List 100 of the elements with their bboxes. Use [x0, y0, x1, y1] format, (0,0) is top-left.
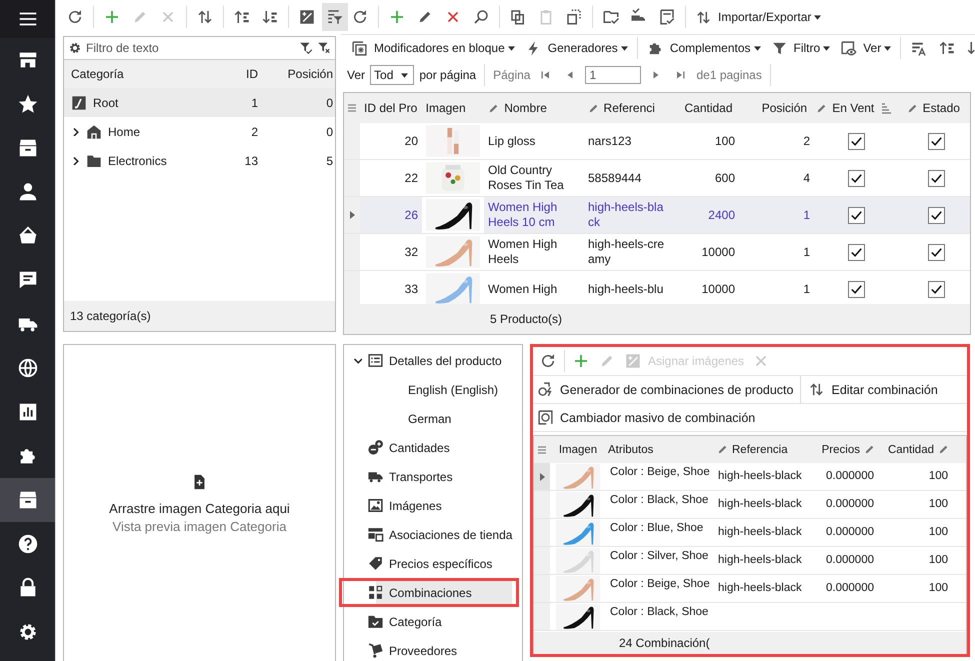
- row-selector[interactable]: [534, 463, 550, 490]
- column-chooser-icon[interactable]: [348, 104, 356, 112]
- column-title: Precios: [822, 444, 860, 456]
- checkbox[interactable]: [928, 132, 945, 150]
- section-item[interactable]: Imágenes: [344, 491, 522, 520]
- table-cell-text: Color : Black, Shoe: [609, 493, 710, 508]
- checkbox[interactable]: [848, 280, 865, 298]
- table-cell-text: 1: [802, 244, 811, 260]
- table-cell-text: 2: [802, 134, 811, 148]
- product-row[interactable]: 20 Lip gloss nars123 100 2: [344, 123, 970, 160]
- column-header[interactable]: Imagen: [550, 444, 606, 456]
- import-export-menu[interactable]: Importar/Exportar: [691, 5, 826, 29]
- column-header[interactable]: Nombre: [483, 101, 583, 115]
- category-row[interactable]: Electronics 13 5: [64, 146, 335, 175]
- bulk-change-button[interactable]: Cambiador masivo de combinación: [533, 409, 760, 426]
- column-header[interactable]: Estado: [895, 101, 970, 115]
- combination-row[interactable]: Color : Black, Shoe high-heels-black 0.000000 100: [534, 491, 966, 519]
- funnel-menu[interactable]: Filtro: [766, 36, 834, 60]
- checkbox[interactable]: [848, 244, 865, 260]
- table-cell-text: 10000: [700, 244, 736, 260]
- eye-menu[interactable]: Ver: [836, 36, 896, 60]
- column-header[interactable]: Posición: [736, 101, 812, 115]
- puzzle-menu[interactable]: Complementos: [642, 36, 765, 60]
- sort-icon: [882, 102, 892, 114]
- column-header[interactable]: Precios: [812, 443, 878, 456]
- page-size-select[interactable]: Tod: [370, 65, 414, 85]
- combination-row[interactable]: Color : Black, Shoe: [534, 603, 966, 631]
- column-header[interactable]: Cantidad: [878, 443, 952, 456]
- section-item[interactable]: Combinaciones: [339, 578, 519, 607]
- category-row[interactable]: Root 1 0: [64, 88, 335, 117]
- archive-button[interactable]: [0, 478, 55, 522]
- column-chooser-icon[interactable]: [538, 446, 546, 454]
- product-row[interactable]: 32 Women High Heels high-heels-creamy 10000 1: [344, 234, 970, 271]
- table-cell-text: nars123: [587, 134, 632, 148]
- expand-icon[interactable]: [71, 127, 80, 136]
- column-header[interactable]: En Vent: [811, 101, 896, 115]
- combination-generator-button[interactable]: Generador de combinaciones de producto: [533, 381, 798, 398]
- product-row[interactable]: 26 Women High Heels 10 cm high-heels-black 2400 1: [344, 197, 970, 234]
- column-title: Imagen: [426, 101, 466, 115]
- column-title: Nombre: [504, 101, 547, 115]
- section-item[interactable]: Asociaciones de tienda: [344, 520, 522, 549]
- filter-button[interactable]: [322, 3, 348, 31]
- table-cell-text: 4: [802, 170, 811, 186]
- home-icon: [86, 124, 102, 140]
- combination-row[interactable]: Color : Beige, Shoe high-heels-black 0.000000 100: [534, 463, 966, 491]
- bulk-edit-menu[interactable]: Modificadores en bloque: [347, 36, 519, 60]
- table-cell-text: 58589444: [587, 170, 642, 186]
- checkbox[interactable]: [928, 170, 945, 186]
- combination-row[interactable]: Color : Beige, Shoe high-heels-black 0.000000 100: [534, 575, 966, 603]
- table-cell-text: 10000: [700, 282, 736, 296]
- bolt-menu[interactable]: Generadores: [520, 36, 632, 60]
- checkbox[interactable]: [928, 206, 945, 224]
- move-up-icon: [233, 8, 251, 26]
- filter-field[interactable]: Filtro de texto: [86, 41, 295, 55]
- section-item[interactable]: Detalles del producto: [344, 346, 522, 375]
- table-cell-text: 26: [404, 208, 419, 222]
- filter-check-icon[interactable]: [299, 41, 313, 55]
- column-header[interactable]: Referencia: [714, 443, 812, 456]
- combination-row[interactable]: Color : Blue, Shoe high-heels-black 0.000000 100: [534, 519, 966, 547]
- column-title[interactable]: Categoría: [64, 67, 208, 81]
- table-cell-text: Lip gloss: [487, 134, 536, 148]
- last-page-icon[interactable]: [675, 69, 688, 81]
- search-icon: [472, 8, 490, 26]
- column-header[interactable]: Referenci: [582, 101, 667, 115]
- combination-row[interactable]: Color : Silver, Shoe high-heels-black 0.000000 100: [534, 547, 966, 575]
- page-field[interactable]: 1: [585, 66, 642, 84]
- table-cell-text: 100: [714, 134, 736, 148]
- column-title[interactable]: ID: [208, 67, 258, 81]
- arrows-button[interactable]: Editar combinación: [804, 381, 942, 398]
- checkbox[interactable]: [848, 170, 865, 186]
- checkbox[interactable]: [848, 132, 865, 150]
- section-item[interactable]: Proveedores: [344, 636, 522, 661]
- checkbox[interactable]: [928, 280, 945, 298]
- table-cell-text: Women High Heels: [487, 237, 558, 267]
- caret-icon: [754, 46, 761, 50]
- per-page-label: por página: [419, 68, 476, 82]
- category-row[interactable]: Home 2 0: [64, 117, 335, 146]
- section-item[interactable]: Precios específicos: [344, 549, 522, 578]
- language-item[interactable]: German: [344, 404, 522, 433]
- first-page-icon[interactable]: [539, 69, 552, 81]
- section-item[interactable]: Transportes: [344, 462, 522, 491]
- table-cell-text: 0.000000: [825, 469, 875, 484]
- checkbox[interactable]: [848, 206, 865, 224]
- section-item[interactable]: Categoría: [344, 607, 522, 636]
- star-icon: [16, 93, 38, 115]
- column-header[interactable]: Atributos: [606, 444, 714, 456]
- caret-icon: [823, 46, 830, 50]
- column-title[interactable]: Posición: [258, 67, 335, 81]
- collapse-icon[interactable]: [353, 356, 362, 365]
- section-item[interactable]: Cantidades: [344, 433, 522, 462]
- image-drop-area[interactable]: Arrastre imagen Categoria aqui Vista previa imagen Categoria: [63, 344, 336, 661]
- expand-icon[interactable]: [71, 156, 80, 165]
- filter-clear-icon[interactable]: [317, 41, 331, 55]
- language-item[interactable]: English (English): [344, 375, 522, 404]
- combination-generator-icon: [537, 381, 554, 398]
- show-label: Ver: [347, 68, 366, 82]
- menu-button[interactable]: [0, 0, 55, 38]
- checkbox[interactable]: [928, 244, 945, 260]
- column-header[interactable]: Cantidad: [666, 101, 737, 115]
- column-header[interactable]: Imagen: [422, 101, 484, 115]
